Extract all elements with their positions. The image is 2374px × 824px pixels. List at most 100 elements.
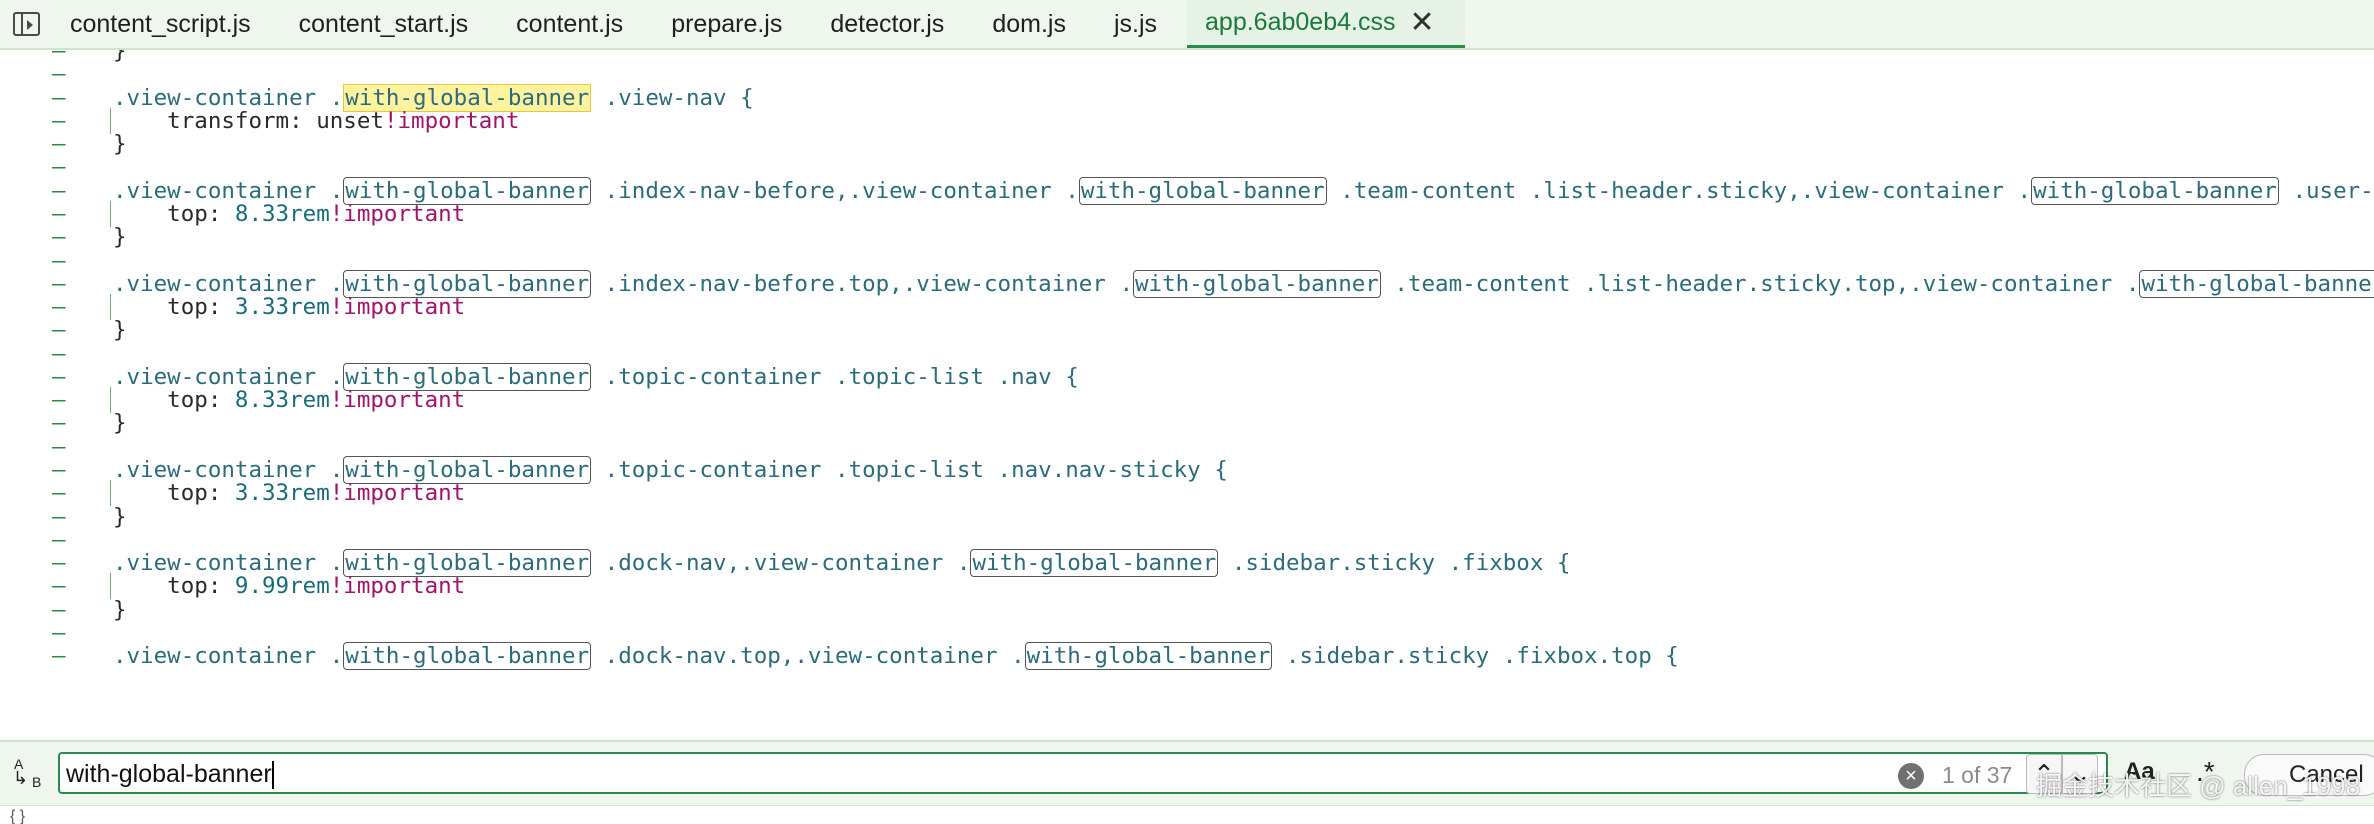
code-line: – .view-container .with-global-banner .do… <box>0 549 2374 578</box>
tab-prepare-js[interactable]: prepare.js <box>653 0 812 48</box>
search-bar: A ↳ B with-global-banner × 1 of 37 ⌃ ⌄ A… <box>0 740 2374 805</box>
tab-content-start-js[interactable]: content_start.js <box>281 0 499 48</box>
clear-search-icon[interactable]: × <box>1898 763 1924 789</box>
gutter-marker: – <box>52 61 66 88</box>
indent-guide <box>110 387 111 414</box>
code-token: .index-nav-before.top,.view-container . <box>591 270 1133 297</box>
gutter-marker: – <box>52 317 66 344</box>
code-token: !important <box>383 107 520 134</box>
close-tab-icon[interactable]: ✕ <box>1409 7 1434 38</box>
tab-dom-js[interactable]: dom.js <box>974 0 1096 48</box>
code-token: .topic-container .topic-list .nav { <box>591 363 1079 390</box>
code-text: top: 8.33rem!important <box>113 201 465 227</box>
code-token: .view-container . <box>113 550 344 577</box>
gutter-marker: – <box>52 107 66 134</box>
code-token: .view-container . <box>113 643 344 670</box>
watermark: 掘金技术社区 @ allen_1998 <box>2036 771 2361 801</box>
code-text: } <box>113 224 127 250</box>
code-token: .view-container . <box>113 177 344 204</box>
code-token: top: <box>113 480 235 507</box>
code-token: } <box>113 131 127 158</box>
tab-content-script-js[interactable]: content_script.js <box>52 0 281 48</box>
gutter-marker: – <box>52 154 66 181</box>
gutter-marker: – <box>52 177 66 204</box>
code-token: !important <box>329 200 466 227</box>
tab-label: content_start.js <box>298 9 469 38</box>
ab-icon-b: B <box>32 774 42 790</box>
gutter-marker: – <box>52 550 66 577</box>
indent-guide <box>110 200 111 227</box>
code-line: – .view-container .with-global-banner .in… <box>0 269 2374 298</box>
search-input-value: with-global-banner <box>66 760 272 788</box>
code-token: .team-content .list-header.sticky,.view-… <box>1326 177 2032 204</box>
gutter-marker: – <box>52 200 66 227</box>
tab-label: detector.js <box>830 9 945 38</box>
code-token: .topic-container .topic-list .nav.nav-st… <box>591 457 1228 483</box>
status-bar: { } <box>0 805 2374 824</box>
indent-guide <box>110 480 111 507</box>
code-text: top: 9.99rem!important <box>113 573 465 599</box>
code-line: –} <box>0 410 2374 436</box>
match-count: 1 of 37 <box>1942 762 2013 788</box>
code-token: !important <box>329 573 466 600</box>
code-token: } <box>113 503 127 530</box>
code-token: top: <box>113 294 235 321</box>
code-token: .sidebar.sticky .fixbox { <box>1218 550 1571 577</box>
code-token: . <box>329 84 344 111</box>
code-text: .view-container .with-global-banner .ind… <box>113 176 2374 205</box>
pretty-print-icon[interactable]: { } <box>10 808 25 824</box>
gutter-marker: – <box>52 340 66 367</box>
code-text: top: 3.33rem!important <box>113 480 465 506</box>
tab-label: content_script.js <box>70 9 251 38</box>
code-text: .view-container .with-global-banner .top… <box>113 362 1079 391</box>
code-line: –} <box>0 597 2374 623</box>
code-text: } <box>113 597 127 623</box>
code-token: .view-container <box>113 84 330 111</box>
replace-toggle-icon[interactable]: A ↳ B <box>10 756 46 796</box>
code-token: 8.33rem <box>234 387 330 414</box>
tab-content-js[interactable]: content.js <box>498 0 653 48</box>
code-token: .view-container . <box>113 363 344 390</box>
sidebar-toggle-button[interactable] <box>0 0 52 48</box>
ab-icon-arrow: ↳ <box>13 768 29 788</box>
tab-detector-js[interactable]: detector.js <box>812 0 974 48</box>
code-line: –} <box>0 131 2374 157</box>
gutter-marker: – <box>52 433 66 460</box>
tab-label: content.js <box>516 9 624 38</box>
indent-guide <box>110 573 111 600</box>
gutter-marker: – <box>52 270 66 297</box>
code-line: –} <box>0 317 2374 343</box>
code-line: – top: 8.33rem!important <box>0 200 2374 227</box>
code-token: !important <box>329 294 466 321</box>
code-line: – .view-container .with-global-banner .do… <box>0 642 2374 671</box>
gutter-marker: – <box>52 84 66 111</box>
tab-js-js[interactable]: js.js <box>1096 0 1187 48</box>
search-input[interactable]: with-global-banner <box>58 752 2108 794</box>
code-token: } <box>113 224 127 251</box>
code-token: 9.99rem <box>234 573 330 600</box>
gutter-marker: – <box>52 596 66 623</box>
gutter-marker: – <box>52 457 66 483</box>
gutter-marker: – <box>52 526 66 553</box>
code-token: 3.33rem <box>234 294 330 321</box>
gutter-marker: – <box>52 410 66 437</box>
code-editor[interactable]: –} – – .view-container .with-global-banner … <box>0 50 2374 740</box>
tab-app-6ab0eb4-css[interactable]: app.6ab0eb4.css ✕ <box>1187 0 1465 48</box>
code-text: .view-container .with-global-banner .doc… <box>113 642 1679 671</box>
tabs-container: content_script.js content_start.js content… <box>52 0 1465 48</box>
code-token: .dock-nav.top,.view-container . <box>591 643 1025 670</box>
code-text: .view-container .with-global-banner .ind… <box>113 269 2374 298</box>
code-token: transform: unset <box>113 107 384 134</box>
gutter-marker: – <box>52 619 66 646</box>
gutter-marker: – <box>52 503 66 530</box>
gutter-marker: – <box>52 363 66 390</box>
code-line: – .view-container .with-global-banner .to… <box>0 362 2374 391</box>
tab-label: js.js <box>1113 9 1158 38</box>
code-line: – .view-container .with-global-banner .in… <box>0 176 2374 205</box>
gutter-marker: – <box>52 224 66 251</box>
code-line: – top: 3.33rem!important <box>0 480 2374 507</box>
code-text: .view-container .with-global-banner .top… <box>113 456 1228 484</box>
gutter-marker: – <box>52 573 66 600</box>
code-token: } <box>113 596 127 623</box>
code-text: } <box>113 410 127 436</box>
